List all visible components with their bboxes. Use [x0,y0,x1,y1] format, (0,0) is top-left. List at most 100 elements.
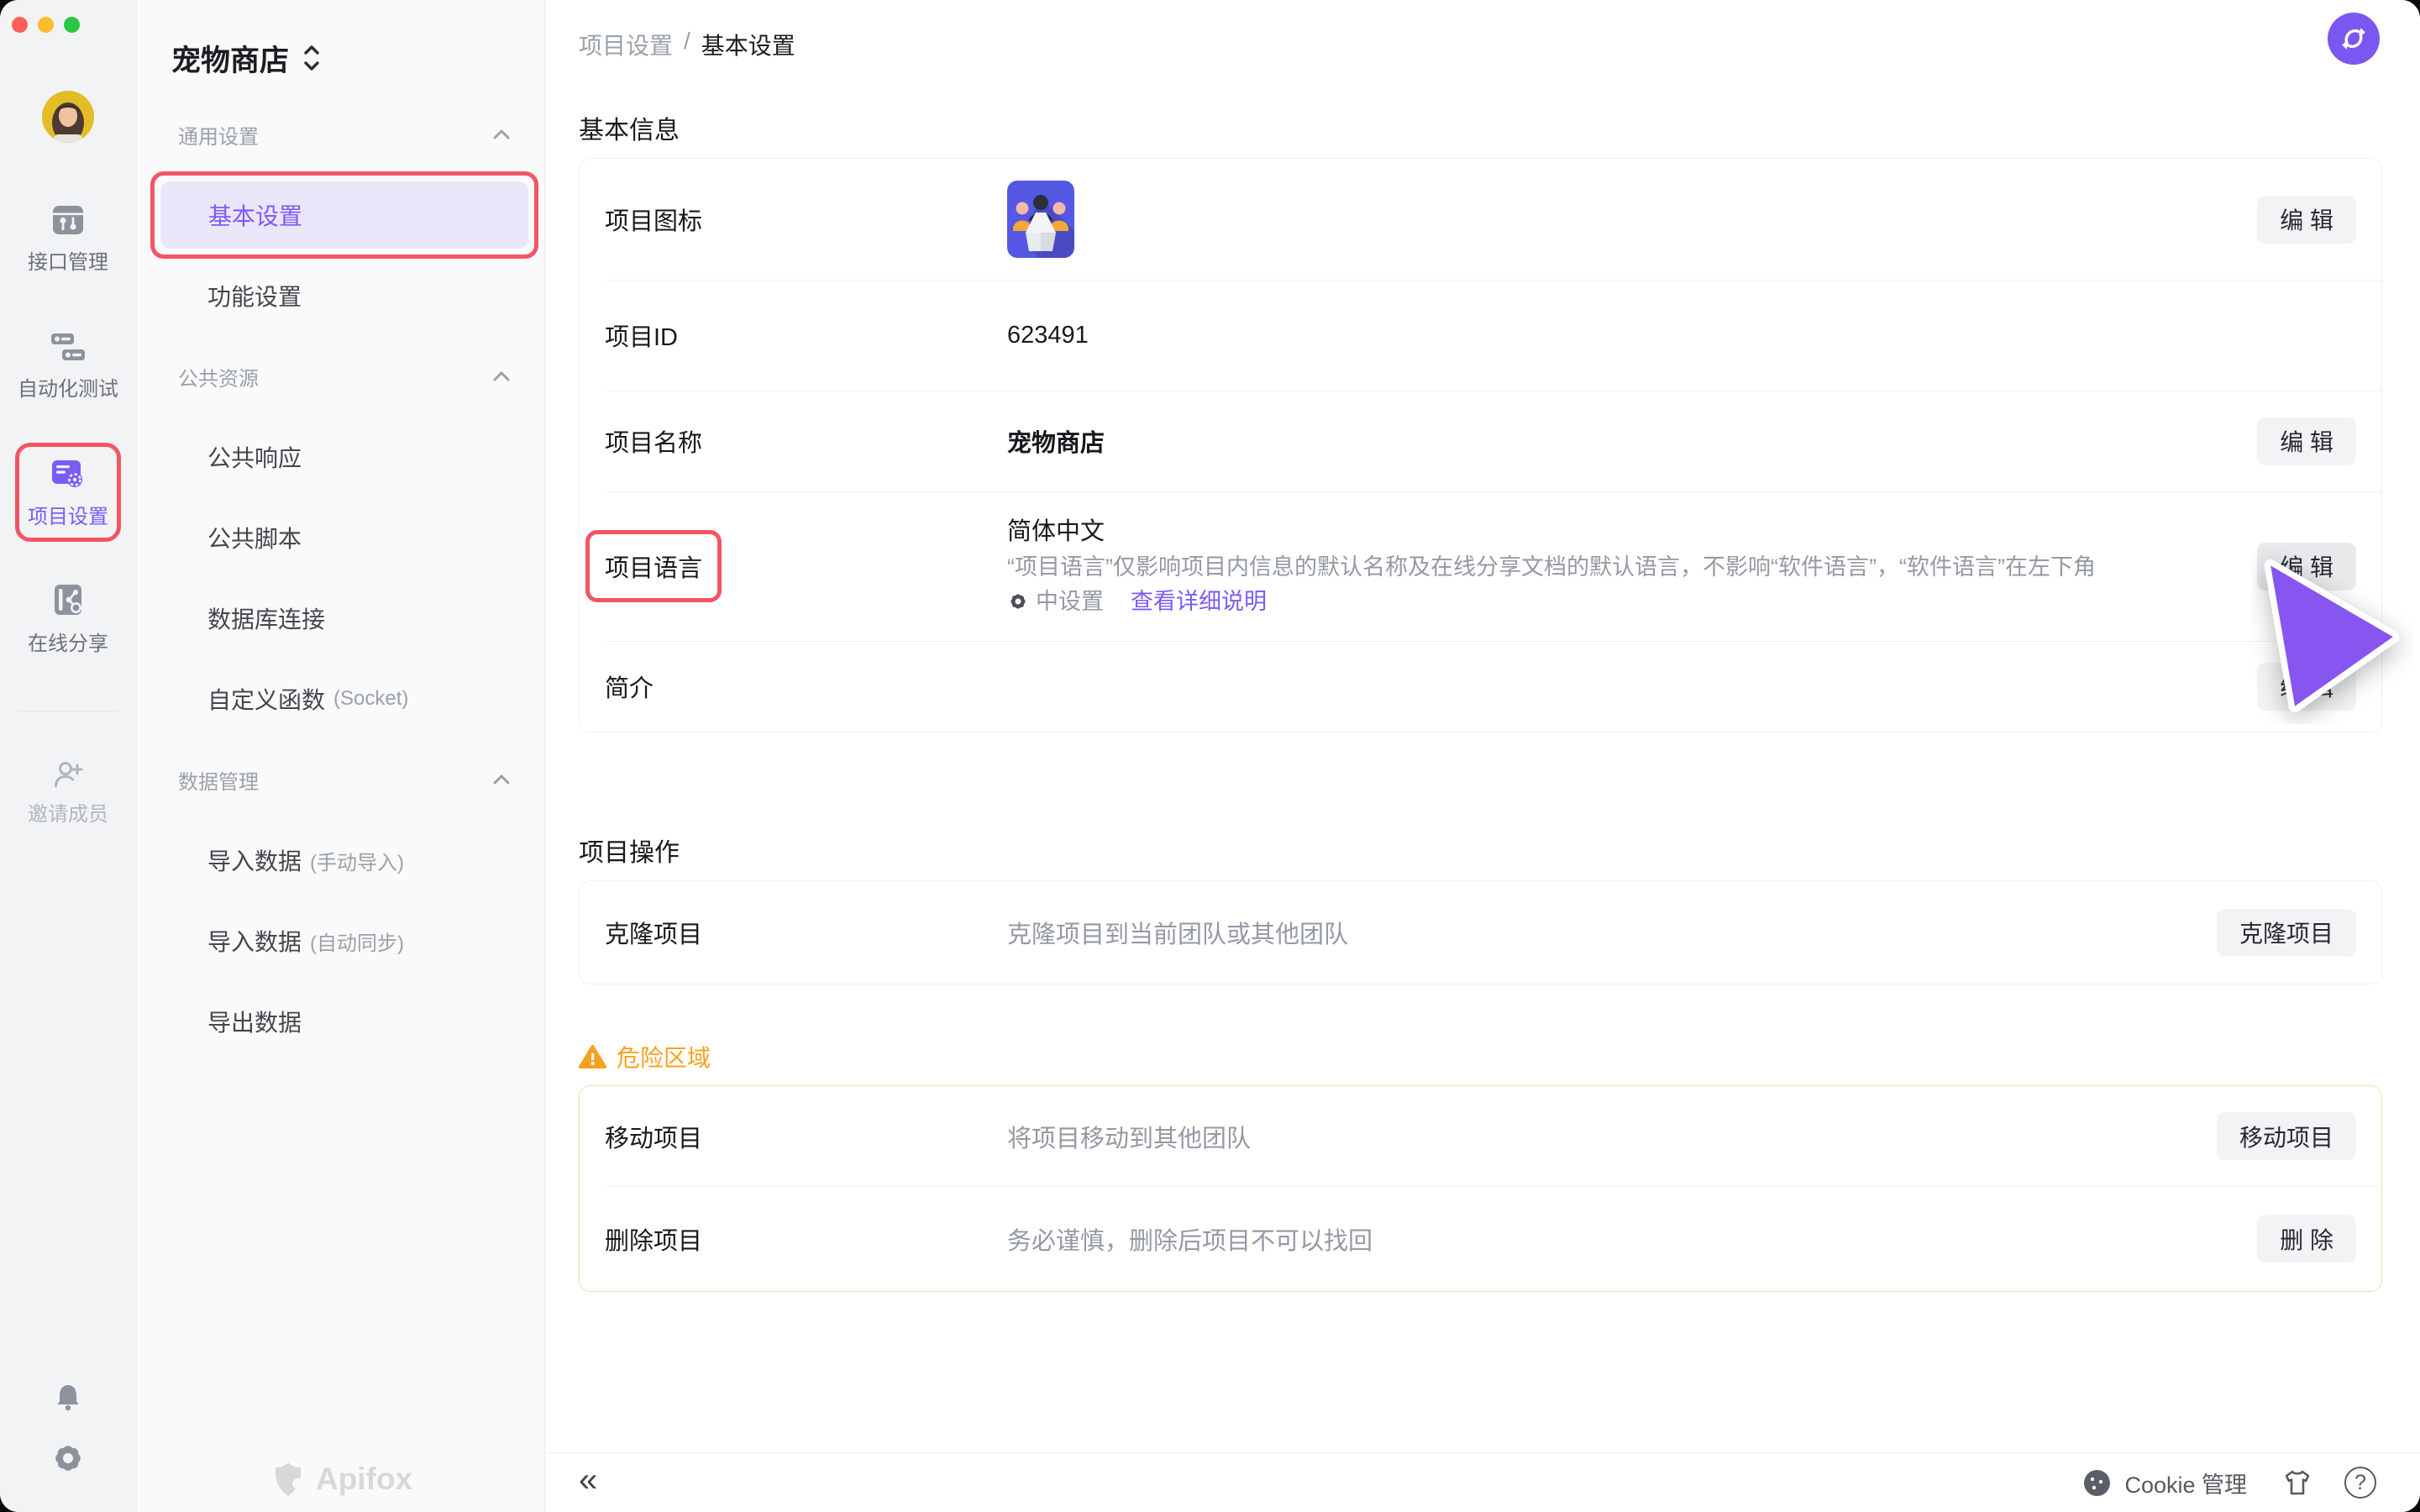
rail-nav: 接口管理 自动化测试 [15,175,121,682]
settings-button[interactable] [50,1441,86,1480]
notifications-button[interactable] [51,1381,85,1419]
sidebar-item-suffix: (手动导入) [310,846,404,875]
danger-zone-card: 移动项目 将项目移动到其他团队 移动项目 删除项目 务必谨慎，删除后项目不可以找… [579,1085,2382,1292]
edit-project-intro-button[interactable]: 编 辑 [2257,663,2356,711]
rail-item-label: 接口管理 [28,245,108,275]
edit-project-language-button[interactable]: 编 辑 [2257,543,2356,591]
chevron-up-icon [492,370,511,382]
row-project-language: 项目语言 简体中文 “项目语言”仅影响项目内信息的默认名称及在线分享文档的默认语… [580,491,2381,641]
invite-member-icon [51,759,85,790]
rail-item-label: 在线分享 [28,627,108,656]
section-title-basic-info: 基本信息 [579,109,2382,146]
gear-icon [50,1441,86,1476]
row-label: 项目ID [605,318,1007,353]
sidebar-item-import-data-sync[interactable]: 导入数据 (自动同步) [160,907,528,974]
section-header-data-management[interactable]: 数据管理 [137,765,544,795]
apifox-logo-text: Apifox [316,1462,412,1497]
bell-icon [51,1381,85,1415]
annotation-box-project-settings: 项目设置 [15,443,121,542]
sidebar-item-label: 公共响应 [207,440,302,474]
move-project-button[interactable]: 移动项目 [2217,1112,2356,1160]
sidebar-item-shared-responses[interactable]: 公共响应 [160,423,528,491]
language-details-link[interactable]: 查看详细说明 [1131,585,1267,617]
status-bar: « Cookie 管理 ? [545,1452,2420,1512]
avatar-image [42,91,94,143]
theme-button[interactable] [2282,1468,2312,1497]
project-title: 宠物商店 [171,37,289,80]
rail-item-automation-testing[interactable]: 自动化测试 [18,329,118,402]
help-icon[interactable]: ? [2344,1467,2376,1499]
language-current-value: 简体中文 [1007,515,2257,549]
apifox-logo: Apifox [137,1460,544,1499]
section-header-label: 数据管理 [178,765,259,795]
inline-gear-icon [1007,591,1029,612]
sidebar-item-basic-settings[interactable]: 基本设置 [160,181,528,249]
edit-project-icon-button[interactable]: 编 辑 [2257,196,2356,244]
row-label: 删除项目 [605,1221,1007,1257]
settings-sidebar: 宠物商店 通用设置 基本设置 [136,0,545,1512]
danger-zone-heading: 危险区域 [579,1040,2382,1074]
project-switcher-icon [302,44,321,72]
tshirt-icon [2282,1468,2312,1497]
language-description: “项目语言”仅影响项目内信息的默认名称及在线分享文档的默认语言，不影响“软件语言… [1007,551,2257,583]
row-delete-project: 删除项目 务必谨慎，删除后项目不可以找回 删 除 [580,1186,2381,1291]
sidebar-item-import-data-manual[interactable]: 导入数据 (手动导入) [160,827,528,894]
project-switcher[interactable]: 宠物商店 [171,35,544,81]
sidebar-item-suffix: (自动同步) [310,927,404,956]
section-header-shared-resources[interactable]: 公共资源 [137,362,544,391]
refresh-button[interactable] [2328,13,2380,65]
rail-item-api-management[interactable]: 接口管理 [28,202,108,275]
breadcrumb-current: 基本设置 [701,28,795,61]
sidebar-item-database-connections[interactable]: 数据库连接 [160,585,528,652]
chevron-up-icon [492,129,511,140]
danger-zone-title: 危险区域 [617,1040,711,1074]
row-label: 项目名称 [605,423,1007,459]
user-avatar[interactable] [42,91,94,143]
sidebar-item-feature-settings[interactable]: 功能设置 [160,262,528,329]
zoom-window-button[interactable] [64,17,80,33]
minimize-window-button[interactable] [38,17,54,33]
cookie-icon [2082,1468,2112,1498]
sidebar-item-label: 导出数据 [207,1005,302,1038]
row-project-icon: 项目图标 [580,159,2381,280]
row-label: 项目图标 [605,202,1007,237]
actions-card: 克隆项目 克隆项目到当前团队或其他团队 克隆项目 [579,880,2382,984]
annotation-box-project-language: 项目语言 [585,530,722,602]
row-label: 简介 [605,669,1007,704]
sidebar-item-label: 自定义函数 [207,682,325,716]
sidebar-item-export-data[interactable]: 导出数据 [160,988,528,1055]
annotation-box-basic-settings: 基本设置 [150,171,538,259]
basic-info-card: 项目图标 [579,158,2382,732]
row-project-name: 项目名称 宠物商店 编 辑 [580,391,2381,491]
section-header-general[interactable]: 通用设置 [137,120,544,150]
breadcrumb-parent[interactable]: 项目设置 [579,28,673,61]
sidebar-item-label: 导入数据 [207,924,302,958]
row-move-project: 移动项目 将项目移动到其他团队 移动项目 [580,1086,2381,1186]
project-icon-value [1007,181,2257,258]
close-window-button[interactable] [12,17,28,33]
automation-testing-icon [49,329,87,365]
sidebar-item-label: 数据库连接 [207,601,325,635]
rail-item-online-share[interactable]: 在线分享 [28,582,108,656]
sidebar-item-shared-scripts[interactable]: 公共脚本 [160,504,528,571]
delete-project-button[interactable]: 删 除 [2257,1215,2356,1263]
rail-item-label: 自动化测试 [18,372,118,402]
sidebar-item-custom-functions[interactable]: 自定义函数 (Socket) [160,665,528,732]
cookie-manager-button[interactable]: Cookie 管理 [2082,1467,2247,1499]
language-settings-hint: 中设置 [1036,585,1104,617]
main-panel: 项目设置 / 基本设置 基本信息 项目图标 [545,0,2420,1512]
clone-project-button[interactable]: 克隆项目 [2217,909,2356,957]
left-rail: 接口管理 自动化测试 [0,0,136,1512]
collapse-sidebar-icon[interactable]: « [579,1463,597,1497]
sidebar-item-label: 功能设置 [207,279,302,312]
section-title-actions: 项目操作 [579,832,2382,869]
sidebar-item-label: 公共脚本 [207,521,302,554]
cookie-manager-label: Cookie 管理 [2124,1467,2247,1499]
help-glyph: ? [2354,1471,2366,1495]
invite-member-button[interactable]: 邀请成员 [28,759,108,827]
rail-item-project-settings[interactable]: 项目设置 [28,457,108,529]
edit-project-name-button[interactable]: 编 辑 [2257,417,2356,465]
row-project-id: 项目ID 623491 [580,280,2381,391]
delete-project-description: 务必谨慎，删除后项目不可以找回 [1007,1221,2257,1257]
sidebar-menu: 通用设置 基本设置 功能设置 公共资源 [137,94,544,1062]
